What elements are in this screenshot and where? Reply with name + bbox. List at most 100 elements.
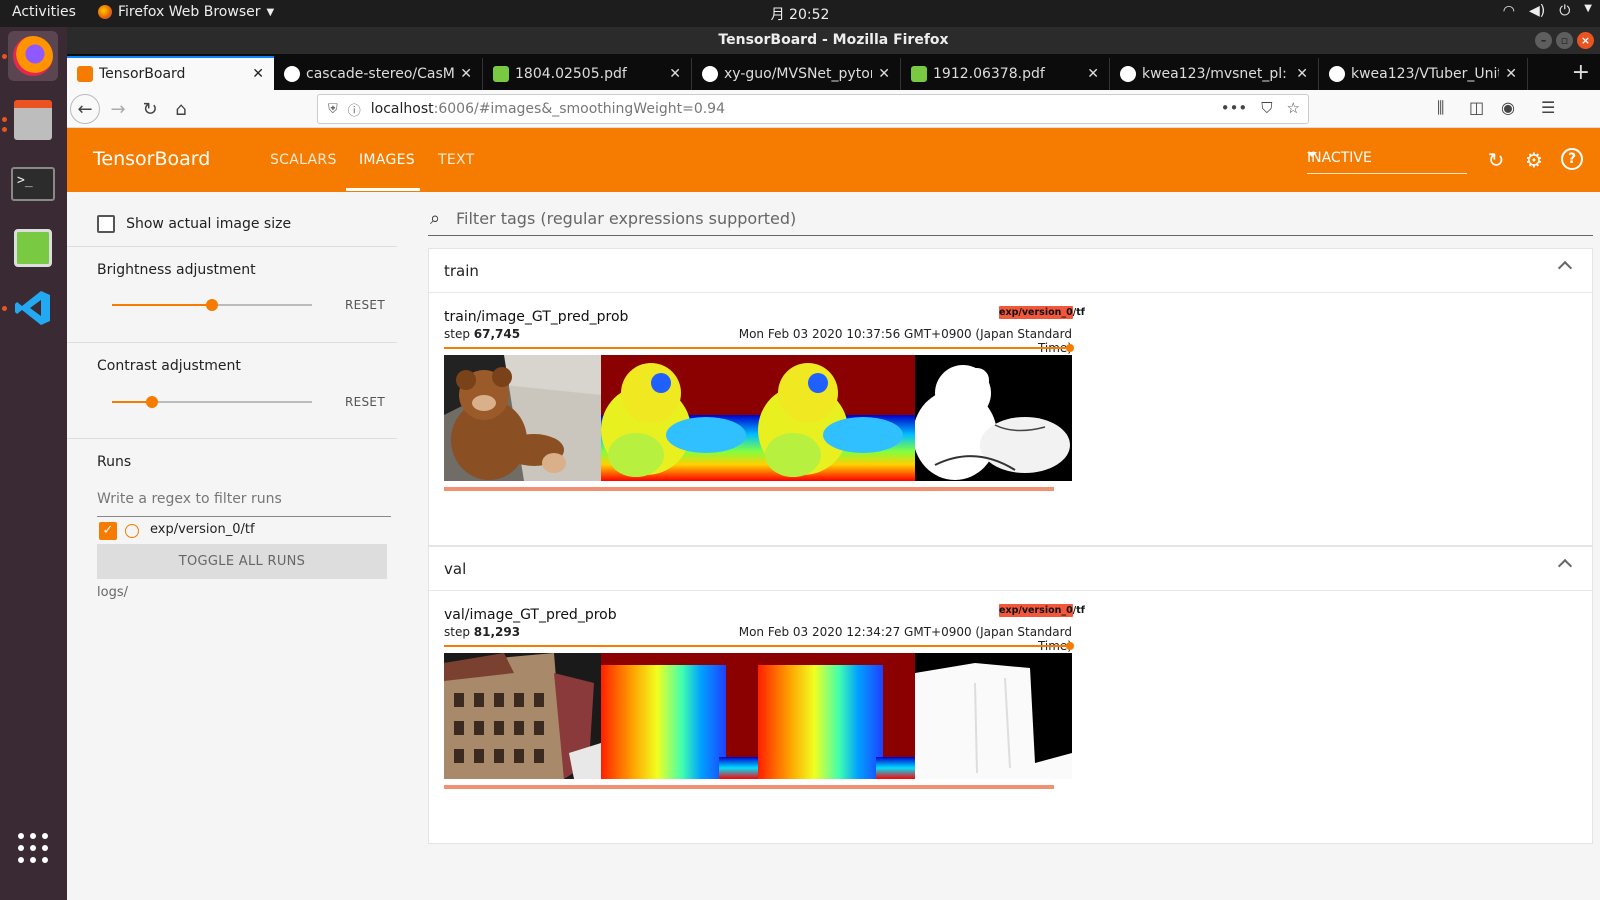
page-actions-icon[interactable]: ••• bbox=[1221, 99, 1248, 117]
slider-fill bbox=[112, 304, 212, 306]
volume-icon: ◀) bbox=[1528, 3, 1546, 19]
image-tag-name: val/image_GT_pred_prob bbox=[444, 607, 617, 623]
slider-thumb[interactable] bbox=[206, 299, 218, 311]
sidebar-toggle-icon[interactable]: ◫ bbox=[1469, 98, 1484, 117]
category-header[interactable]: train bbox=[429, 249, 1592, 293]
tensorboard-logo[interactable]: TensorBoard bbox=[93, 148, 210, 170]
category-card-train: train train/image_GT_pred_prob exp/versi… bbox=[428, 248, 1593, 546]
account-icon[interactable]: ◉ bbox=[1501, 98, 1515, 117]
runs-label: Runs bbox=[97, 454, 132, 470]
run-checkbox[interactable]: ✓ bbox=[99, 522, 117, 540]
tracking-protection-icon[interactable]: ⛨ bbox=[328, 102, 338, 117]
tab-images[interactable]: IMAGES bbox=[359, 152, 415, 168]
divider bbox=[67, 342, 397, 343]
step-label: step 81,293 bbox=[444, 625, 520, 639]
window-title-bar[interactable]: TensorBoard - Mozilla Firefox – ▫ × bbox=[67, 27, 1600, 54]
image-strip[interactable] bbox=[444, 653, 1072, 779]
step-slider-track[interactable] bbox=[444, 645, 1071, 647]
tab-github-mvsnet[interactable]: xy-guo/MVSNet_pytorch ✕ bbox=[692, 58, 901, 90]
url-bar[interactable]: ⛨ ⓘ localhost:6006/#images&_smoothingWei… bbox=[317, 94, 1309, 124]
runs-filter-input[interactable]: Write a regex to filter runs bbox=[97, 487, 391, 517]
close-window-button[interactable]: × bbox=[1577, 32, 1594, 49]
step-slider-thumb[interactable] bbox=[1066, 642, 1074, 650]
close-tab-icon[interactable]: ✕ bbox=[669, 66, 681, 82]
tab-github-mvsnet-pl[interactable]: kwea123/mvsnet_pl: M ✕ bbox=[1110, 58, 1319, 90]
dock-files[interactable] bbox=[8, 95, 58, 145]
step-value: 67,745 bbox=[473, 327, 521, 341]
tab-pdf-1912[interactable]: 1912.06378.pdf ✕ bbox=[901, 58, 1110, 90]
refresh-icon[interactable]: ↻ bbox=[1484, 148, 1508, 172]
clock[interactable]: 月 20:52 bbox=[0, 4, 1600, 24]
chevron-up-icon[interactable] bbox=[1557, 558, 1573, 574]
back-button[interactable]: ← bbox=[70, 94, 100, 124]
close-tab-icon[interactable]: ✕ bbox=[1087, 66, 1099, 82]
pred-depth-map bbox=[758, 653, 915, 779]
tab-title: TensorBoard bbox=[99, 66, 186, 82]
probability-map bbox=[915, 355, 1072, 481]
run-badge: exp/version_0/tf bbox=[999, 306, 1085, 319]
running-indicator bbox=[2, 117, 7, 122]
tab-github-vtuber[interactable]: kwea123/VTuber_Unity ✕ bbox=[1319, 58, 1528, 90]
step-slider-thumb[interactable] bbox=[1066, 344, 1074, 352]
home-button[interactable]: ⌂ bbox=[166, 94, 196, 124]
brightness-reset-button[interactable]: RESET bbox=[345, 298, 385, 312]
dock-vscode[interactable] bbox=[8, 283, 58, 333]
run-color-swatch[interactable] bbox=[125, 524, 139, 538]
close-tab-icon[interactable]: ✕ bbox=[460, 66, 472, 82]
forward-button[interactable]: → bbox=[103, 94, 133, 124]
maximize-button[interactable]: ▫ bbox=[1556, 32, 1573, 49]
bookmark-star-icon[interactable]: ☆ bbox=[1287, 99, 1300, 117]
reload-status-select[interactable]: INACTIVE bbox=[1307, 146, 1467, 174]
close-tab-icon[interactable]: ✕ bbox=[1296, 66, 1308, 82]
image-strip[interactable] bbox=[444, 355, 1072, 481]
tab-scalars[interactable]: SCALARS bbox=[270, 152, 337, 168]
brightness-slider[interactable] bbox=[112, 298, 312, 312]
firefox-icon bbox=[13, 36, 53, 76]
brightness-label: Brightness adjustment bbox=[97, 262, 256, 278]
contrast-label: Contrast adjustment bbox=[97, 358, 241, 374]
window-title: TensorBoard - Mozilla Firefox bbox=[718, 32, 949, 48]
tab-text[interactable]: TEXT bbox=[438, 152, 475, 168]
pocket-icon[interactable]: ⛉ bbox=[1261, 99, 1272, 117]
url-path: :6006/#images&_smoothingWeight=0.94 bbox=[433, 101, 725, 117]
tab-strip: TensorBoard ✕ cascade-stereo/CasMVS ✕ 18… bbox=[67, 54, 1600, 90]
tag-filter[interactable]: ⌕ Filter tags (regular expressions suppo… bbox=[428, 206, 1593, 236]
step-slider-track[interactable] bbox=[444, 347, 1071, 349]
toggle-all-runs-button[interactable]: TOGGLE ALL RUNS bbox=[97, 544, 387, 579]
dock-firefox[interactable] bbox=[8, 31, 58, 81]
show-actual-size-checkbox[interactable] bbox=[97, 214, 115, 233]
close-tab-icon[interactable]: ✕ bbox=[1505, 66, 1517, 82]
close-tab-icon[interactable]: ✕ bbox=[252, 66, 264, 82]
library-icon[interactable]: ⫼ bbox=[1437, 98, 1444, 118]
main-panel: ⌕ Filter tags (regular expressions suppo… bbox=[404, 192, 1600, 900]
dock-image-viewer[interactable] bbox=[8, 223, 58, 273]
show-applications-button[interactable] bbox=[8, 823, 58, 873]
dock-terminal[interactable]: >_ bbox=[8, 159, 58, 209]
close-tab-icon[interactable]: ✕ bbox=[878, 66, 890, 82]
show-actual-size-row[interactable]: Show actual image size bbox=[97, 213, 397, 233]
timestamp: Mon Feb 03 2020 12:34:27 GMT+0900 (Japan… bbox=[738, 625, 1072, 653]
tab-github-cascade[interactable]: cascade-stereo/CasMVS ✕ bbox=[274, 58, 483, 90]
contrast-slider[interactable] bbox=[112, 395, 312, 409]
minimize-button[interactable]: – bbox=[1535, 32, 1552, 49]
reload-button[interactable]: ↻ bbox=[135, 94, 165, 124]
url-actions: ••• ⛉ ☆ bbox=[1221, 99, 1300, 117]
site-info-icon[interactable]: ⓘ bbox=[348, 100, 361, 119]
gear-icon[interactable]: ⚙ bbox=[1522, 148, 1546, 172]
category-header[interactable]: val bbox=[429, 547, 1592, 591]
slider-thumb[interactable] bbox=[146, 396, 158, 408]
chevron-up-icon[interactable] bbox=[1557, 260, 1573, 276]
tab-title: kwea123/mvsnet_pl: M bbox=[1142, 66, 1291, 82]
url-host: localhost bbox=[370, 101, 434, 117]
new-tab-button[interactable]: + bbox=[1572, 60, 1590, 85]
system-tray[interactable]: ◠ ◀) ⏻ ▼ bbox=[1503, 3, 1592, 19]
menu-icon[interactable]: ☰ bbox=[1541, 98, 1555, 117]
terminal-icon: >_ bbox=[11, 167, 55, 201]
help-icon[interactable]: ? bbox=[1561, 148, 1583, 170]
contrast-reset-button[interactable]: RESET bbox=[345, 395, 385, 409]
os-top-bar: Activities Firefox Web Browser ▼ 月 20:52… bbox=[0, 0, 1600, 27]
tab-pdf-1804[interactable]: 1804.02505.pdf ✕ bbox=[483, 58, 692, 90]
image-progress-bar bbox=[444, 785, 1054, 789]
tag-filter-input[interactable]: Filter tags (regular expressions support… bbox=[456, 209, 796, 228]
tab-tensorboard[interactable]: TensorBoard ✕ bbox=[67, 56, 274, 90]
